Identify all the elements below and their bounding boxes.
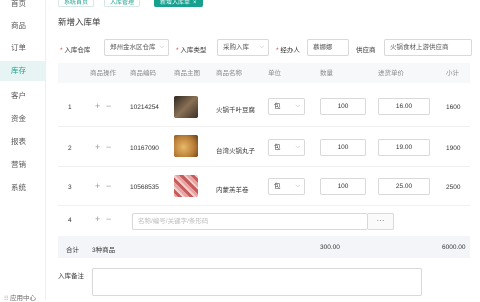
remark-textarea[interactable] xyxy=(92,268,422,296)
tab-home[interactable]: 系统首页 xyxy=(58,0,95,7)
totals-label: 合计 xyxy=(66,247,79,254)
unit-select[interactable]: 包 ⌵ xyxy=(268,178,305,195)
th-image: 商品主图 xyxy=(174,70,200,77)
minus-icon[interactable]: − xyxy=(106,214,111,224)
th-action: 商品操作 xyxy=(90,70,116,77)
minus-icon[interactable]: − xyxy=(106,142,111,152)
page-title: 新增入库单 xyxy=(58,17,101,27)
supplier-label: 供应商 xyxy=(356,47,376,54)
plus-icon[interactable]: + xyxy=(95,214,100,224)
sidebar-item-system[interactable]: 系统 xyxy=(0,178,45,198)
price-input[interactable]: 16.00 xyxy=(378,98,430,115)
tab-inbound-manage[interactable]: 入库管理 xyxy=(104,0,141,7)
sidebar-item-customers[interactable]: 客户 xyxy=(0,86,45,106)
plus-icon[interactable]: + xyxy=(95,181,100,191)
subtotal: 1600 xyxy=(446,104,461,111)
plus-icon[interactable]: + xyxy=(95,101,100,111)
price-input[interactable]: 25.00 xyxy=(378,178,430,195)
totals-row xyxy=(58,236,470,258)
chevron-down-icon: ⌵ xyxy=(295,183,300,189)
product-code: 10214254 xyxy=(130,104,159,111)
operator-input[interactable]: 慕娜娜 xyxy=(307,39,349,56)
warehouse-value: 郑州金水区仓库 xyxy=(110,44,156,51)
chevron-down-icon: ⌵ xyxy=(295,103,300,109)
totals-amount: 6000.00 xyxy=(442,244,466,251)
th-name: 商品名称 xyxy=(216,70,242,77)
supplier-input[interactable]: 火锅食材上游供应商 xyxy=(384,39,472,56)
product-name: 内蒙羔羊卷 xyxy=(216,187,249,194)
type-value: 采购入库 xyxy=(223,44,249,51)
sidebar-item-orders[interactable]: 订单 xyxy=(0,38,45,58)
chevron-down-icon: ⌵ xyxy=(259,44,264,50)
price-input[interactable]: 19.00 xyxy=(378,139,430,156)
divider xyxy=(58,205,470,206)
product-image xyxy=(174,175,198,197)
tab-label: 入库管理 xyxy=(110,0,135,6)
product-code: 10167090 xyxy=(130,145,159,152)
tab-label: 新增入库单 xyxy=(160,0,191,6)
subtotal: 1900 xyxy=(446,145,461,152)
chevron-down-icon: ⌵ xyxy=(295,144,300,150)
unit-select[interactable]: 包 ⌵ xyxy=(268,98,305,115)
product-image xyxy=(174,135,198,157)
th-price: 进货单价 xyxy=(378,70,404,77)
type-select[interactable]: 采购入库 ⌵ xyxy=(217,39,269,56)
divider xyxy=(58,126,470,127)
totals-qty: 300.00 xyxy=(320,244,340,251)
sidebar-item-reports[interactable]: 报表 xyxy=(0,132,45,152)
plus-icon[interactable]: + xyxy=(95,142,100,152)
app-center-link[interactable]: ⁝⁝ 应用中心 xyxy=(4,292,36,302)
warehouse-select[interactable]: 郑州金水区仓库 ⌵ xyxy=(104,39,169,56)
minus-icon[interactable]: − xyxy=(106,101,111,111)
unit-value: 包 xyxy=(274,103,281,110)
type-label: * 入库类型 xyxy=(176,47,207,54)
qty-input[interactable]: 100 xyxy=(320,178,366,195)
close-icon[interactable]: × xyxy=(193,0,197,6)
row-index: 2 xyxy=(68,145,72,152)
unit-value: 包 xyxy=(274,144,281,151)
sidebar-item-home[interactable]: 首页 xyxy=(0,0,45,14)
sidebar-item-funds[interactable]: 资金 xyxy=(0,109,45,129)
product-search-input[interactable]: 名称/编号/关键字/条形码 xyxy=(132,213,368,230)
qty-input[interactable]: 100 xyxy=(320,98,366,115)
table-header xyxy=(58,63,470,83)
app-center-label: 应用中心 xyxy=(9,295,36,302)
th-unit: 单位 xyxy=(268,70,281,77)
minus-icon[interactable]: − xyxy=(106,181,111,191)
product-image xyxy=(174,96,198,118)
sidebar-item-products[interactable]: 商品 xyxy=(0,16,45,36)
chevron-down-icon: ⌵ xyxy=(159,44,164,50)
warehouse-label: * 入库仓库 xyxy=(60,47,91,54)
tab-label: 系统首页 xyxy=(64,0,89,6)
qty-input[interactable]: 100 xyxy=(320,139,366,156)
unit-select[interactable]: 包 ⌵ xyxy=(268,139,305,156)
row-index: 4 xyxy=(68,217,72,224)
tab-new-inbound[interactable]: 新增入库单 × xyxy=(154,0,203,7)
product-name: 火锅千叶豆腐 xyxy=(216,107,255,114)
operator-label: * 经办人 xyxy=(276,47,300,54)
sidebar-item-inventory[interactable]: 库存 xyxy=(0,61,45,81)
th-qty: 数量 xyxy=(320,70,333,77)
unit-value: 包 xyxy=(274,183,281,190)
sidebar: 首页 商品 订单 库存 客户 资金 报表 营销 系统 ⁝⁝ 应用中心 xyxy=(0,0,46,302)
product-code: 10568535 xyxy=(130,184,159,191)
th-code: 商品编码 xyxy=(130,70,156,77)
subtotal: 2500 xyxy=(446,184,461,191)
totals-items: 3种商品 xyxy=(92,247,116,254)
remark-label: 入库备注 xyxy=(58,273,84,280)
more-button[interactable]: ··· xyxy=(368,213,394,230)
row-index: 1 xyxy=(68,104,72,111)
divider xyxy=(58,166,470,167)
th-subtotal: 小计 xyxy=(446,70,459,77)
product-name: 台湾火锅丸子 xyxy=(216,148,255,155)
row-index: 3 xyxy=(68,184,72,191)
sidebar-item-marketing[interactable]: 营销 xyxy=(0,155,45,175)
